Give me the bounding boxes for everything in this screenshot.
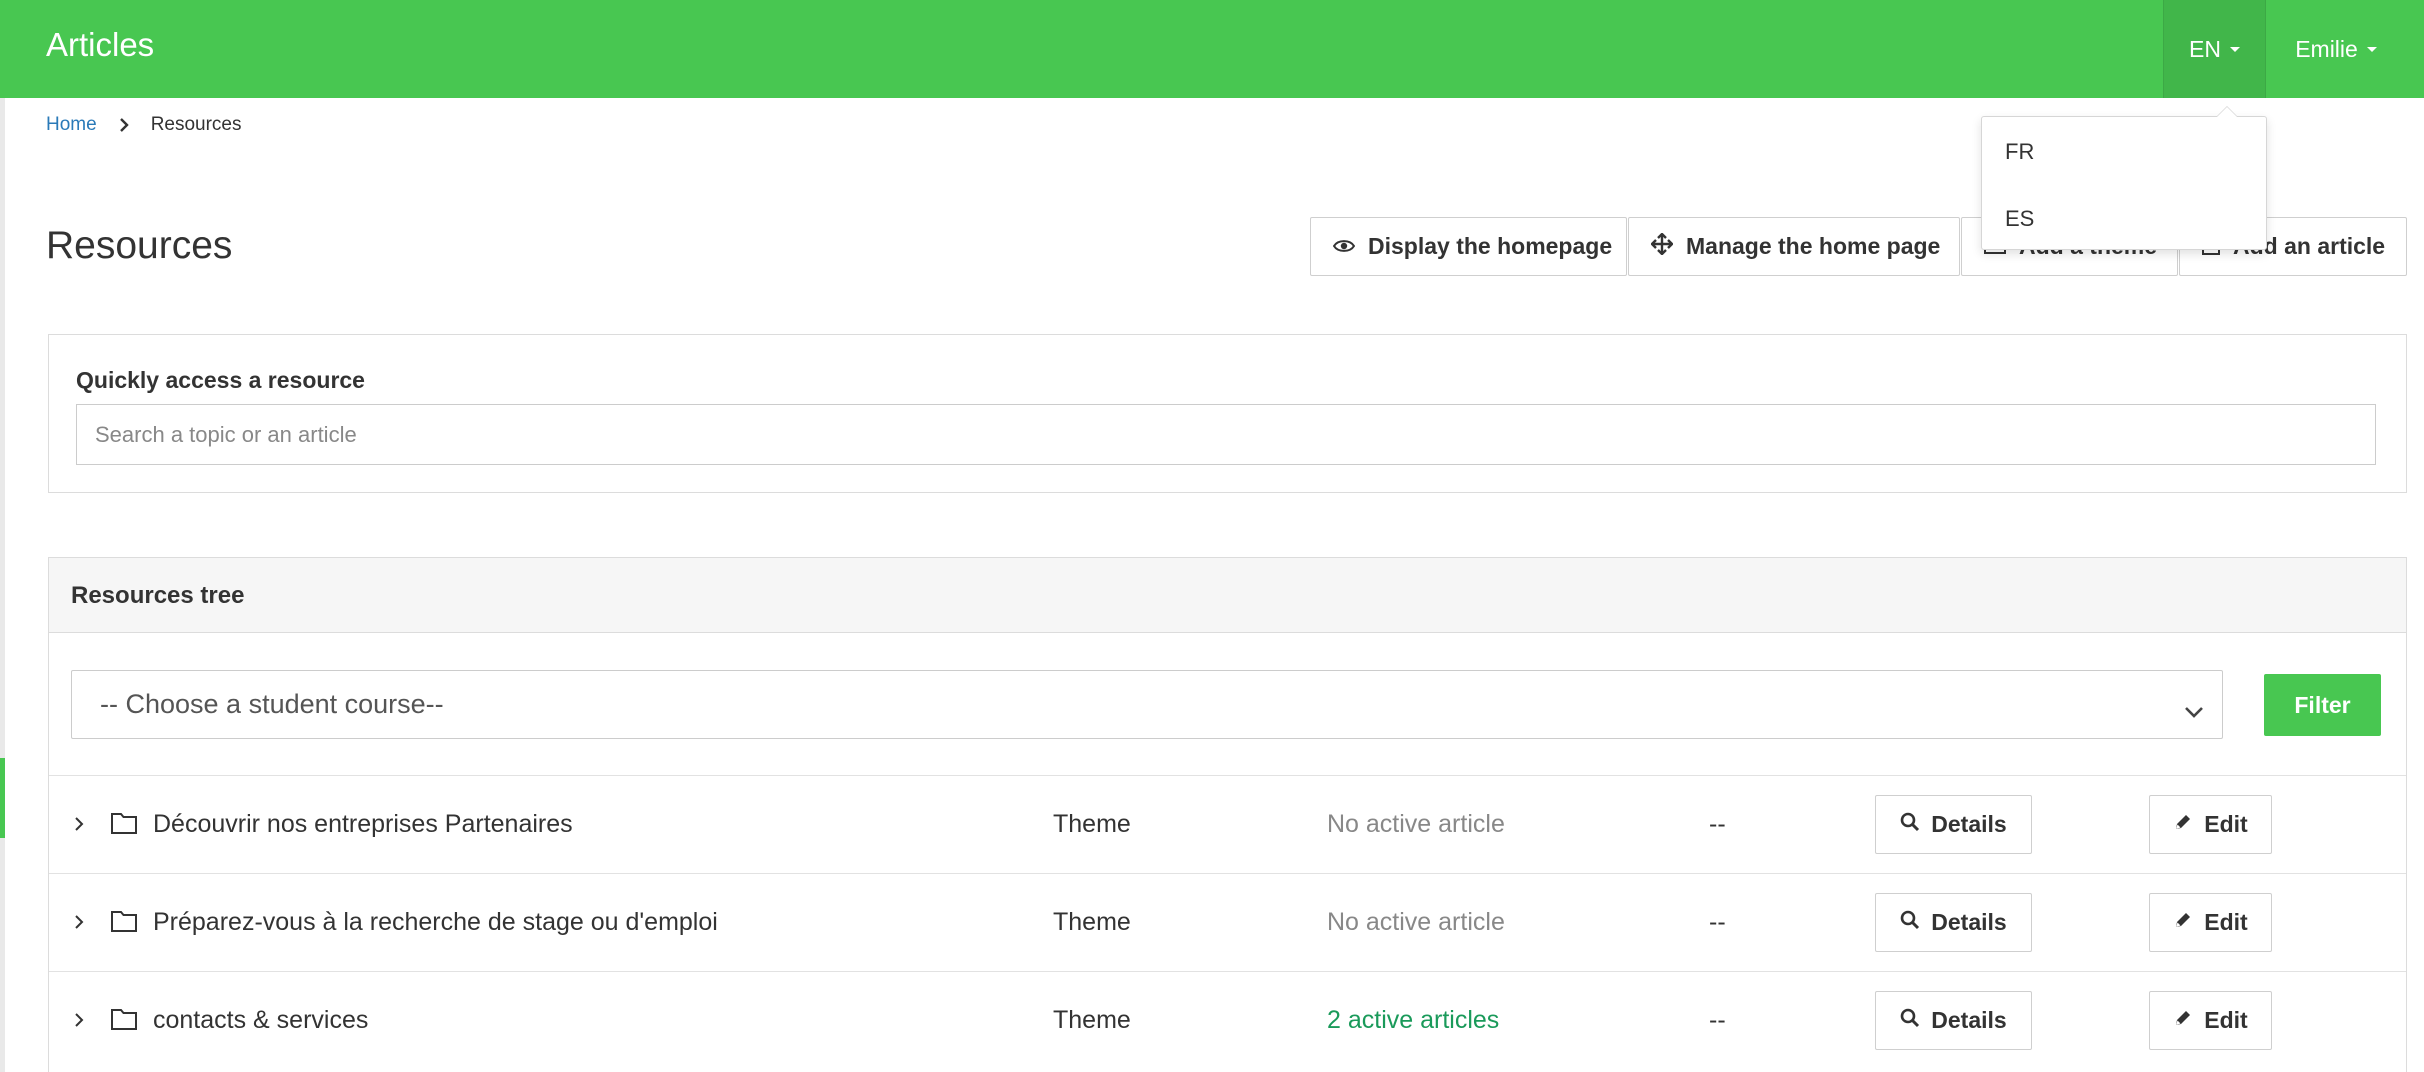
details-label: Details bbox=[1931, 909, 2007, 935]
caret-down-icon bbox=[2366, 46, 2377, 52]
resources-tree-panel: Resources tree -- Choose a student cours… bbox=[48, 557, 2407, 1072]
chevron-right-icon bbox=[115, 116, 133, 134]
search-icon bbox=[1900, 811, 1920, 838]
language-dropdown-menu: FR ES bbox=[1981, 106, 2267, 250]
left-edge bbox=[0, 0, 5, 1072]
table-row: Préparez-vous à la recherche de stage ou… bbox=[49, 873, 2406, 971]
chevron-right-icon[interactable] bbox=[67, 1008, 91, 1032]
table-row: Découvrir nos entreprises Partenaires Th… bbox=[49, 775, 2406, 873]
details-label: Details bbox=[1931, 1007, 2007, 1033]
page-title: Resources bbox=[46, 224, 233, 267]
pencil-icon bbox=[2173, 909, 2193, 936]
breadcrumb-home-link[interactable]: Home bbox=[46, 114, 97, 136]
row-extra: -- bbox=[1709, 1006, 1726, 1034]
student-course-select-value: -- Choose a student course-- bbox=[100, 689, 444, 719]
details-button[interactable]: Details bbox=[1875, 795, 2032, 854]
details-button[interactable]: Details bbox=[1875, 991, 2032, 1050]
top-navbar: Articles EN Emilie bbox=[0, 0, 2424, 98]
quick-access-panel: Quickly access a resource bbox=[48, 334, 2407, 493]
row-status: 2 active articles bbox=[1327, 1006, 1500, 1034]
breadcrumb-current: Resources bbox=[150, 114, 242, 135]
pencil-icon bbox=[2173, 1007, 2193, 1034]
row-type: Theme bbox=[1053, 1006, 1131, 1034]
row-name: Préparez-vous à la recherche de stage ou… bbox=[153, 908, 718, 936]
resources-tree-title: Resources tree bbox=[71, 582, 245, 609]
student-course-select[interactable]: -- Choose a student course-- bbox=[71, 670, 2223, 739]
row-status: No active article bbox=[1327, 810, 1505, 838]
row-extra: -- bbox=[1709, 810, 1726, 838]
row-type: Theme bbox=[1053, 908, 1131, 936]
eye-icon bbox=[1332, 233, 1356, 260]
language-dropdown-button[interactable]: EN bbox=[2163, 0, 2266, 98]
breadcrumb: Home Resources bbox=[46, 114, 242, 136]
table-row: contacts & services Theme 2 active artic… bbox=[49, 971, 2406, 1069]
search-icon bbox=[1900, 909, 1920, 936]
row-name: contacts & services bbox=[153, 1006, 369, 1034]
folder-icon bbox=[111, 910, 137, 932]
app-title: Articles bbox=[46, 26, 155, 63]
move-arrows-icon bbox=[1650, 231, 1674, 261]
row-extra: -- bbox=[1709, 908, 1726, 936]
row-name: Découvrir nos entreprises Partenaires bbox=[153, 810, 573, 838]
edit-button[interactable]: Edit bbox=[2149, 991, 2272, 1050]
resources-tree-header: Resources tree bbox=[49, 558, 2406, 633]
edit-button[interactable]: Edit bbox=[2149, 893, 2272, 952]
user-menu-button[interactable]: Emilie bbox=[2266, 0, 2406, 98]
language-current: EN bbox=[2189, 35, 2221, 62]
manage-homepage-label: Manage the home page bbox=[1686, 233, 1941, 259]
quick-access-label: Quickly access a resource bbox=[76, 367, 365, 393]
quick-access-search-input[interactable] bbox=[76, 404, 2376, 465]
manage-homepage-button[interactable]: Manage the home page bbox=[1628, 217, 1960, 276]
edit-label: Edit bbox=[2204, 1007, 2248, 1033]
left-edge-accent bbox=[0, 758, 5, 838]
filter-button[interactable]: Filter bbox=[2264, 674, 2381, 736]
folder-icon bbox=[111, 812, 137, 834]
row-status: No active article bbox=[1327, 908, 1505, 936]
edit-button[interactable]: Edit bbox=[2149, 795, 2272, 854]
chevron-right-icon[interactable] bbox=[67, 910, 91, 934]
search-icon bbox=[1900, 1007, 1920, 1034]
row-type: Theme bbox=[1053, 810, 1131, 838]
display-homepage-label: Display the homepage bbox=[1368, 233, 1613, 259]
user-name: Emilie bbox=[2295, 35, 2358, 62]
language-option-es[interactable]: ES bbox=[2005, 206, 2034, 232]
chevron-down-icon bbox=[2184, 695, 2204, 726]
edit-label: Edit bbox=[2204, 909, 2248, 935]
caret-down-icon bbox=[2229, 46, 2240, 52]
details-button[interactable]: Details bbox=[1875, 893, 2032, 952]
details-label: Details bbox=[1931, 811, 2007, 837]
edit-label: Edit bbox=[2204, 811, 2248, 837]
language-option-fr[interactable]: FR bbox=[2005, 139, 2034, 165]
chevron-right-icon[interactable] bbox=[67, 812, 91, 836]
pencil-icon bbox=[2173, 811, 2193, 838]
folder-icon bbox=[111, 1008, 137, 1030]
display-homepage-button[interactable]: Display the homepage bbox=[1310, 217, 1627, 276]
